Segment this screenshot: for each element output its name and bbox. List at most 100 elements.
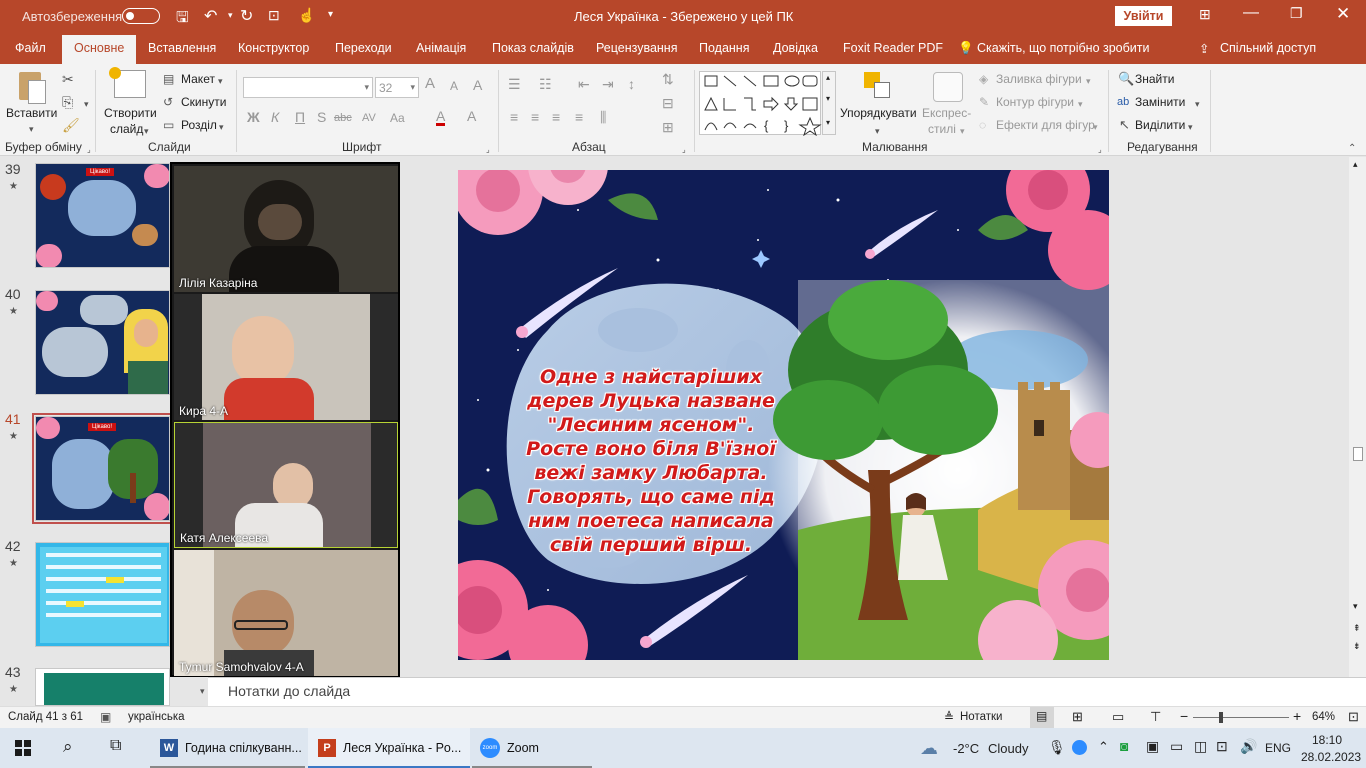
strikethrough-button[interactable]: abc — [334, 111, 352, 125]
taskbar-zoom[interactable]: zoom Zoom — [472, 728, 592, 768]
slide-text-box[interactable]: Одне з найстаріших дерев Луцька назване … — [516, 365, 786, 557]
zoom-out-icon[interactable]: − — [1180, 708, 1188, 724]
cut-icon[interactable]: ✂ — [62, 72, 74, 86]
input-language[interactable]: ENG — [1265, 741, 1291, 755]
arrange-button[interactable]: Упорядкувати — [840, 106, 917, 120]
layout-dropdown-icon[interactable]: ▾ — [218, 74, 223, 88]
language-indicator[interactable]: українська — [128, 711, 185, 723]
tab-slideshow[interactable]: Показ слайдів — [492, 41, 574, 55]
search-icon[interactable]: ⌕ — [63, 737, 73, 757]
save-icon[interactable]: 🖫 — [176, 7, 189, 32]
shapes-gallery-scroll[interactable]: ▴ ▾ ▾ — [822, 71, 836, 135]
quick-styles-icon[interactable] — [933, 72, 963, 102]
select-dropdown-icon[interactable]: ▾ — [1188, 120, 1193, 134]
copy-icon[interactable]: ⎘ — [62, 95, 73, 109]
align-left-icon[interactable]: ≡ — [510, 110, 518, 124]
minimize-button[interactable]: — — [1243, 4, 1259, 22]
shape-outline-button[interactable]: Контур фігури — [996, 95, 1074, 109]
windows-start-icon[interactable] — [15, 740, 31, 756]
notes-toggle-icon[interactable]: ▾ — [200, 686, 205, 697]
decrease-indent-icon[interactable]: ⇤ — [578, 77, 590, 91]
slide-thumbnail-42[interactable] — [35, 542, 170, 647]
signin-button[interactable]: Увійти — [1115, 6, 1172, 26]
slideshow-icon[interactable]: ⊤ — [1150, 709, 1161, 725]
section-dropdown-icon[interactable]: ▾ — [219, 120, 224, 134]
volume-icon[interactable]: 🔊 — [1240, 738, 1257, 755]
slide-canvas[interactable]: Одне з найстаріших дерев Луцька назване … — [458, 170, 1109, 660]
font-size-field[interactable]: 32 ▾ — [375, 77, 419, 98]
replace-dropdown-icon[interactable]: ▾ — [1195, 97, 1200, 111]
align-text-icon[interactable]: ⊟ — [662, 96, 674, 110]
autosave-toggle[interactable] — [122, 8, 160, 24]
slide-thumbnail-40[interactable] — [35, 290, 170, 395]
slide-sorter-icon[interactable]: ⊞ — [1072, 709, 1083, 725]
clock-date[interactable]: 28.02.2023 — [1301, 750, 1361, 764]
paste-icon[interactable] — [15, 70, 49, 106]
font-name-field[interactable]: ▾ — [243, 77, 373, 98]
text-direction-icon[interactable]: ⇅ — [662, 72, 674, 86]
line-spacing-icon[interactable]: ↕ — [628, 77, 635, 91]
tab-view[interactable]: Подання — [699, 41, 749, 55]
video-tile[interactable]: Лілія Казаріна — [174, 166, 398, 292]
maximize-button[interactable]: ❐ — [1290, 5, 1303, 22]
shape-outline-dropdown-icon[interactable]: ▾ — [1078, 97, 1083, 111]
present-icon[interactable]: ⊡ — [268, 7, 280, 24]
shrink-font-icon[interactable]: A — [450, 79, 458, 93]
zoom-level[interactable]: 64% — [1312, 711, 1335, 723]
video-tile[interactable]: Кира 4-А — [174, 294, 398, 420]
taskbar-word[interactable]: W Година спілкуванн... — [150, 728, 305, 768]
share-button[interactable]: Спільний доступ — [1220, 41, 1316, 55]
network-icon[interactable]: ⊡ — [1216, 738, 1228, 755]
columns-icon[interactable]: ⫼ — [600, 110, 606, 124]
bullets-icon[interactable]: ☰ — [508, 77, 521, 91]
arrange-icon[interactable] — [864, 72, 892, 102]
quick-styles-dropdown-icon[interactable]: ▾ — [960, 124, 965, 138]
shadow-button[interactable]: S — [317, 110, 326, 124]
display-icon[interactable]: ▭ — [1170, 738, 1183, 755]
slide-thumbnail-41[interactable]: Цікаво! — [35, 416, 170, 521]
italic-button[interactable]: К — [271, 110, 279, 124]
reading-view-icon[interactable]: ▭ — [1112, 709, 1124, 725]
paste-button[interactable]: Вставити — [6, 106, 57, 120]
underline-button[interactable]: П — [295, 110, 305, 124]
drawing-launcher-icon[interactable]: ⌟ — [1098, 143, 1102, 157]
fit-slide-icon[interactable]: ⊡ — [1348, 709, 1359, 725]
notes-button[interactable]: Нотатки — [960, 711, 1002, 723]
touch-mode-icon[interactable]: ☝ — [298, 7, 315, 24]
increase-indent-icon[interactable]: ⇥ — [602, 77, 614, 91]
undo-icon[interactable]: ↶ — [204, 6, 217, 26]
shape-effects-button[interactable]: Ефекти для фігур — [996, 118, 1095, 132]
notes-pane[interactable]: ▾ Нотатки до слайда — [200, 677, 1366, 706]
close-button[interactable]: ✕ — [1336, 4, 1350, 24]
tab-animations[interactable]: Анімація — [416, 41, 466, 55]
shape-fill-button[interactable]: Заливка фігури — [996, 72, 1082, 86]
microphone-icon[interactable]: 🎙 — [1048, 739, 1066, 756]
zoom-slider-thumb[interactable] — [1219, 712, 1223, 723]
layout-button[interactable]: Макет — [181, 72, 215, 86]
chevron-up-icon[interactable]: ⌃ — [1098, 739, 1109, 755]
tab-insert[interactable]: Вставлення — [148, 41, 216, 55]
shape-fill-dropdown-icon[interactable]: ▾ — [1086, 74, 1091, 88]
editor-vertical-scrollbar[interactable]: ▴ ▾ ⇞ ⇟ — [1349, 157, 1366, 677]
smartart-icon[interactable]: ⊞ — [662, 120, 674, 134]
weather-desc[interactable]: Cloudy — [988, 741, 1028, 756]
task-view-icon[interactable]: ⧉ — [110, 737, 121, 755]
replace-button[interactable]: Замінити — [1135, 95, 1185, 109]
section-button[interactable]: Розділ — [181, 118, 217, 132]
app-tray-icon[interactable]: ◙ — [1120, 738, 1128, 754]
spellcheck-icon[interactable]: ▣ — [100, 710, 111, 724]
format-painter-icon[interactable]: 🖌 — [62, 118, 80, 132]
char-spacing-button[interactable]: AV — [362, 111, 376, 125]
video-tile-active-speaker[interactable]: Катя Алексеева — [174, 422, 398, 548]
align-right-icon[interactable]: ≡ — [552, 110, 560, 124]
slide-thumbnail-43[interactable] — [35, 668, 170, 706]
redo-icon[interactable]: ↻ — [240, 6, 253, 26]
change-case-button[interactable]: Aa — [390, 111, 405, 125]
ribbon-display-icon[interactable]: ⊞ — [1199, 6, 1211, 23]
font-launcher-icon[interactable]: ⌟ — [486, 143, 490, 157]
reset-button[interactable]: Скинути — [181, 95, 226, 109]
tab-design[interactable]: Конструктор — [238, 41, 309, 55]
select-button[interactable]: Виділити — [1135, 118, 1185, 132]
paste-dropdown-icon[interactable]: ▾ — [29, 122, 34, 136]
new-slide-icon[interactable] — [109, 67, 146, 98]
